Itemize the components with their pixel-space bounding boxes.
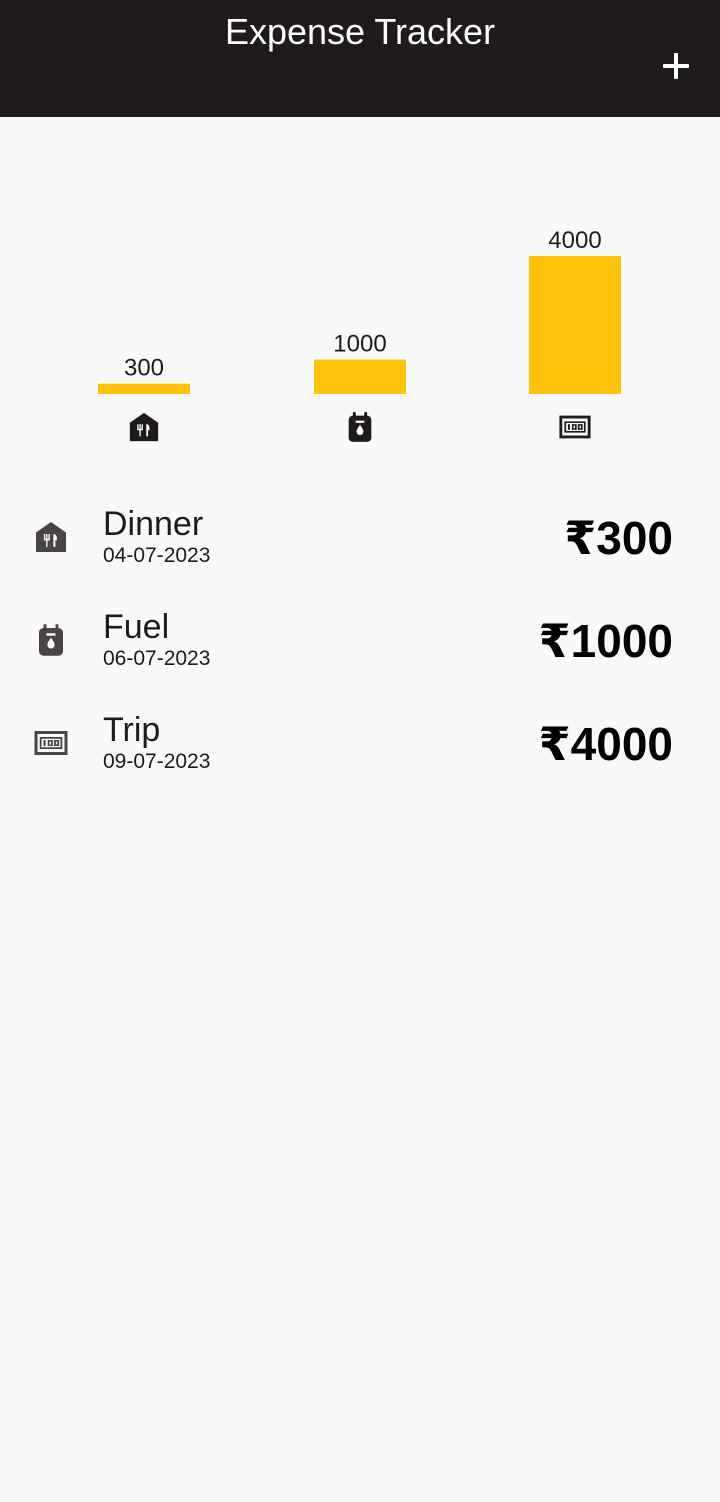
chart-data-label: 4000 xyxy=(548,227,601,254)
restaurant-icon xyxy=(33,519,69,555)
restaurant-icon xyxy=(127,410,161,444)
chart-bar-travel xyxy=(529,256,621,394)
currency-note-icon xyxy=(33,725,69,761)
expense-item-fuel[interactable]: Fuel 06-07-2023 ₹1000 xyxy=(0,588,720,691)
expense-chart: 300 1000 4000 xyxy=(0,117,720,467)
expense-date: 09-07-2023 xyxy=(103,750,211,773)
expense-amount: ₹1000 xyxy=(538,615,673,667)
app-bar: Expense Tracker xyxy=(0,0,720,117)
expense-date: 06-07-2023 xyxy=(103,647,211,670)
chart-bar-food xyxy=(98,383,190,394)
fuel-can-icon xyxy=(343,410,377,444)
chart-data-label: 300 xyxy=(124,355,164,382)
expense-date: 04-07-2023 xyxy=(103,544,211,567)
expense-title: Trip xyxy=(103,711,161,749)
expense-list: Dinner 04-07-2023 ₹300 Fuel 06-07-2023 ₹… xyxy=(0,485,720,794)
expense-amount: ₹300 xyxy=(564,512,673,564)
expense-title: Fuel xyxy=(103,608,170,646)
chart-data-label: 1000 xyxy=(333,331,386,358)
add-expense-button[interactable] xyxy=(646,36,706,96)
expense-item-trip[interactable]: Trip 09-07-2023 ₹4000 xyxy=(0,691,720,794)
fuel-can-icon xyxy=(33,622,69,658)
expense-item-dinner[interactable]: Dinner 04-07-2023 ₹300 xyxy=(0,485,720,588)
currency-note-icon xyxy=(558,410,592,444)
expense-tracker-screen: Expense Tracker 300 1000 4000 Dinner 04-07… xyxy=(0,0,720,1502)
chart-bar-fuel xyxy=(314,359,406,394)
expense-title: Dinner xyxy=(103,505,204,543)
app-title: Expense Tracker xyxy=(224,11,496,52)
expense-amount: ₹4000 xyxy=(538,718,673,770)
